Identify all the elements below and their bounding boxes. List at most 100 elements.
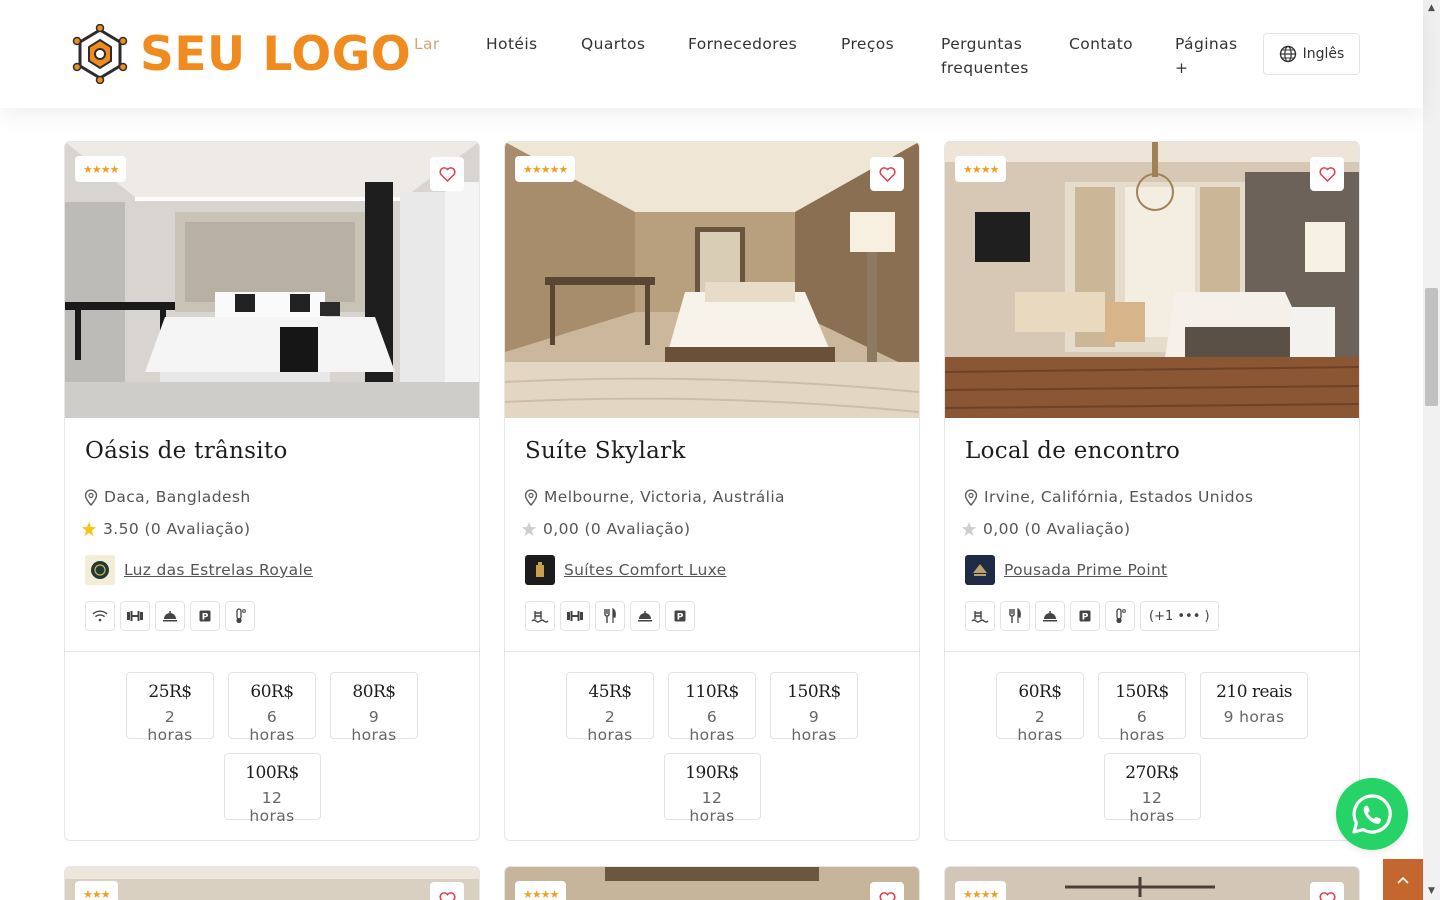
price-option[interactable]: 210 reais 9 horas — [1200, 672, 1308, 739]
pool-icon — [525, 601, 555, 631]
nav-item-pages[interactable]: Páginas + — [1175, 32, 1238, 80]
price-duration: 6 horas — [1119, 708, 1165, 744]
room-card[interactable]: ★★★★ Oásis de trânsito Daca, Bangladesh … — [64, 141, 480, 841]
amenities-list: P — [525, 601, 700, 631]
room-title[interactable]: Oásis de trânsito — [85, 438, 288, 464]
back-to-top-button[interactable] — [1383, 859, 1423, 900]
favorite-button[interactable] — [430, 882, 464, 900]
price-option[interactable]: 150R$ 6 horas — [1098, 672, 1186, 744]
heart-icon — [1318, 166, 1336, 182]
room-card[interactable]: ★★★ — [64, 866, 480, 900]
favorite-button[interactable] — [870, 157, 904, 191]
nav-item-faq-line2: frequentes — [941, 59, 1029, 77]
star-rating-badge: ★★★★ — [75, 156, 127, 182]
vendor-logo — [85, 555, 115, 585]
language-label: Inglês — [1302, 46, 1345, 62]
nav-item-faq[interactable]: Perguntas frequentes — [941, 32, 1029, 80]
scroll-up-arrow-icon[interactable]: ▲ — [1423, 0, 1440, 17]
room-service-icon — [155, 601, 185, 631]
vendor-name[interactable]: Suítes Comfort Luxe — [564, 561, 726, 579]
room-title[interactable]: Local de encontro — [965, 438, 1180, 464]
heart-icon — [878, 891, 896, 900]
room-rating: 0,00 (0 Avaliação) — [521, 520, 691, 538]
price-duration: 12 horas — [689, 789, 735, 825]
site-logo[interactable]: SEU LOGO — [70, 24, 411, 84]
room-vendor[interactable]: Pousada Prime Point — [965, 555, 1167, 585]
scrollbar-thumb[interactable] — [1425, 288, 1438, 406]
room-card[interactable]: ★★★★ — [504, 866, 920, 900]
star-rating-badge: ★★★★★ — [515, 156, 576, 182]
room-image[interactable] — [505, 142, 919, 418]
price-value: 210 reais — [1216, 682, 1292, 702]
room-rating: 3.50 (0 Avaliação) — [81, 520, 251, 538]
vendor-name[interactable]: Pousada Prime Point — [1004, 561, 1167, 579]
svg-text:P: P — [1082, 613, 1089, 623]
favorite-button[interactable] — [1310, 157, 1344, 191]
whatsapp-icon — [1352, 794, 1392, 834]
logo-icon — [72, 24, 128, 84]
card-divider — [65, 651, 479, 652]
gym-icon — [560, 601, 590, 631]
room-image[interactable] — [65, 142, 479, 418]
room-photo — [505, 867, 919, 900]
room-title[interactable]: Suíte Skylark — [525, 438, 686, 464]
scroll-down-arrow-icon[interactable]: ▼ — [1423, 883, 1440, 900]
svg-text:P: P — [677, 613, 684, 623]
nav-item-hotels[interactable]: Hotéis — [486, 32, 538, 56]
favorite-button[interactable] — [430, 157, 464, 191]
more-amenities-button[interactable]: (+1 ••• ) — [1140, 601, 1219, 631]
favorite-button[interactable] — [870, 882, 904, 900]
price-value: 100R$ — [245, 763, 299, 783]
price-option[interactable]: 100R$ 12 horas — [223, 753, 321, 825]
page-scrollbar[interactable]: ▲ ▼ — [1423, 0, 1440, 900]
pool-icon — [965, 601, 995, 631]
room-vendor[interactable]: Suítes Comfort Luxe — [525, 555, 726, 585]
nav-item-pricing[interactable]: Preços — [841, 32, 894, 56]
room-rating: 0,00 (0 Avaliação) — [961, 520, 1131, 538]
room-card[interactable]: ★★★★★ Suíte Skylark Melbourne, Victoria,… — [504, 141, 920, 841]
price-options: 45R$ 2 horas 110R$ 6 horas 150R$ 9 horas 19… — [505, 672, 919, 834]
room-image[interactable] — [945, 142, 1359, 418]
room-card[interactable]: ★★★★ — [944, 866, 1360, 900]
price-value: 270R$ — [1125, 763, 1179, 783]
price-option[interactable]: 25R$ 2 horas — [126, 672, 214, 744]
price-option[interactable]: 45R$ 2 horas — [566, 672, 654, 744]
nav-item-rooms[interactable]: Quartos — [581, 32, 645, 56]
nav-item-contact[interactable]: Contato — [1069, 32, 1133, 56]
parking-icon: P — [665, 601, 695, 631]
nav-item-vendors[interactable]: Fornecedores — [688, 32, 797, 56]
nav-item-home[interactable]: Lar — [414, 32, 440, 56]
nav-item-pages-line1: Páginas — [1175, 35, 1238, 53]
price-option[interactable]: 60R$ 2 horas — [996, 672, 1084, 744]
room-rating-text: 3.50 (0 Avaliação) — [103, 520, 251, 538]
room-vendor[interactable]: Luz das Estrelas Royale — [85, 555, 313, 585]
nav-item-faq-line1: Perguntas — [941, 35, 1023, 53]
star-rating-badge: ★★★★ — [955, 881, 1007, 900]
star-rating-badge: ★★★★ — [515, 881, 567, 900]
price-value: 25R$ — [148, 682, 192, 702]
room-card[interactable]: ★★★★ Local de encontro Irvine, Califórni… — [944, 141, 1360, 841]
vendor-name[interactable]: Luz das Estrelas Royale — [124, 561, 313, 579]
globe-icon — [1279, 45, 1296, 63]
price-option[interactable]: 80R$ 9 horas — [330, 672, 418, 744]
room-rating-text: 0,00 (0 Avaliação) — [543, 520, 691, 538]
svg-text:P: P — [202, 613, 209, 623]
price-duration: 6 horas — [249, 708, 295, 744]
price-option[interactable]: 150R$ 9 horas — [770, 672, 858, 744]
favorite-button[interactable] — [1310, 882, 1344, 900]
price-option[interactable]: 60R$ 6 horas — [228, 672, 316, 744]
price-options: 25R$ 2 horas 60R$ 6 horas 80R$ 9 horas 100R… — [65, 672, 479, 834]
price-option[interactable]: 110R$ 6 horas — [668, 672, 756, 744]
language-selector[interactable]: Inglês — [1263, 33, 1360, 75]
price-value: 80R$ — [352, 682, 396, 702]
wifi-icon — [85, 601, 115, 631]
thermometer-icon — [1105, 601, 1135, 631]
room-photo — [65, 867, 479, 900]
map-pin-icon — [84, 488, 98, 506]
chevron-up-icon — [1397, 876, 1409, 884]
heart-icon — [438, 891, 456, 900]
restaurant-icon — [595, 601, 625, 631]
price-option[interactable]: 270R$ 12 horas — [1103, 753, 1201, 825]
price-option[interactable]: 190R$ 12 horas — [663, 753, 761, 825]
whatsapp-button[interactable] — [1336, 778, 1408, 850]
